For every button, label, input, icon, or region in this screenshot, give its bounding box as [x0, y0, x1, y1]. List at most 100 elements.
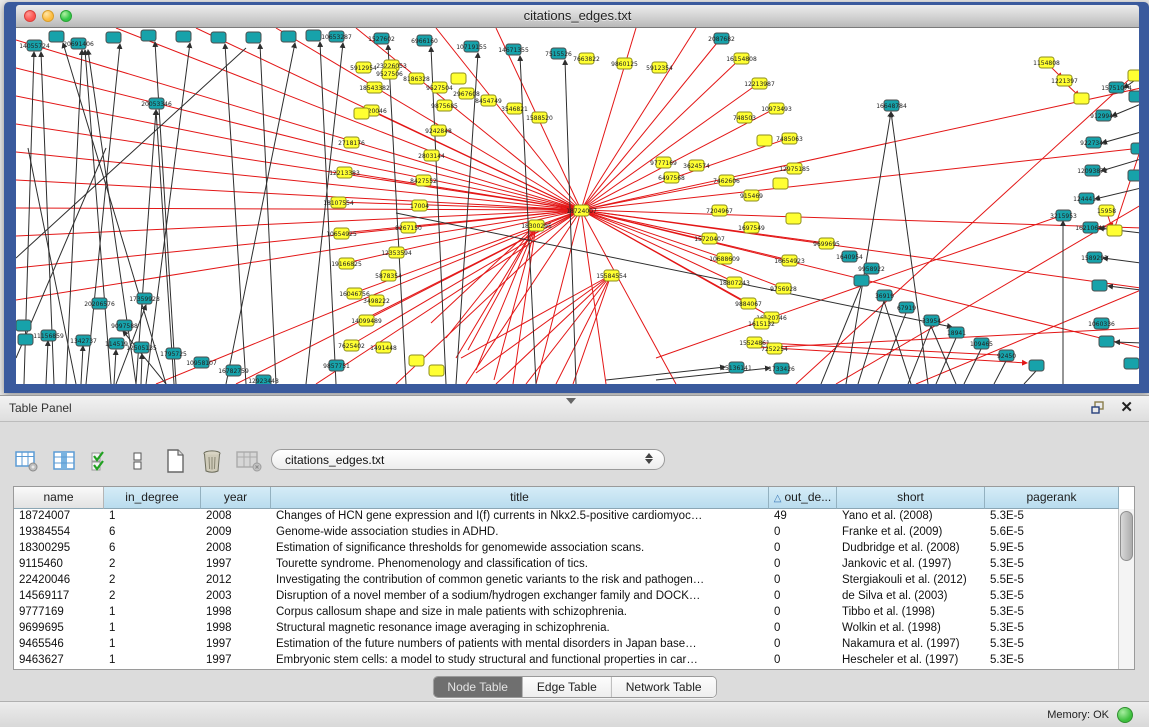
- select-all-checks-icon[interactable]: [88, 448, 114, 474]
- network-node[interactable]: [176, 31, 191, 42]
- network-node[interactable]: 18543382: [359, 82, 390, 93]
- table-cell[interactable]: 19384554: [14, 525, 104, 541]
- table-row[interactable]: 1938455462009Genome-wide association stu…: [14, 525, 1134, 541]
- vertical-scrollbar[interactable]: [1118, 509, 1134, 669]
- memory-ok-indicator[interactable]: [1117, 707, 1133, 723]
- network-node[interactable]: 9699695: [813, 238, 840, 249]
- network-node[interactable]: 9242848: [425, 125, 452, 136]
- table-cell[interactable]: Franke et al. (2009): [837, 525, 985, 541]
- network-node[interactable]: 12213383: [329, 167, 360, 178]
- network-node[interactable]: [451, 73, 466, 84]
- network-node[interactable]: 12353594: [381, 247, 412, 258]
- table-cell[interactable]: 1997: [201, 653, 271, 669]
- network-node[interactable]: 9875685: [431, 100, 458, 111]
- table-cell[interactable]: 1: [104, 637, 201, 653]
- network-node[interactable]: 16154808: [726, 53, 757, 64]
- tab-network-table[interactable]: Network Table: [612, 677, 716, 697]
- network-node[interactable]: 1733426: [768, 363, 795, 374]
- network-node[interactable]: 17359928: [129, 293, 160, 304]
- network-node[interactable]: 9227343: [1080, 137, 1107, 148]
- network-node[interactable]: [211, 32, 226, 43]
- network-node[interactable]: 5912354: [646, 62, 673, 73]
- network-node[interactable]: 92450: [997, 350, 1016, 361]
- table-cell[interactable]: 0: [769, 653, 837, 669]
- network-node[interactable]: [18, 334, 33, 345]
- network-node[interactable]: [429, 365, 444, 376]
- network-node[interactable]: [786, 213, 801, 224]
- table-cell[interactable]: 6: [104, 541, 201, 557]
- network-node[interactable]: 3546821: [501, 103, 528, 114]
- network-node[interactable]: 1588520: [526, 112, 553, 123]
- network-node[interactable]: 1342737: [70, 335, 97, 346]
- network-node[interactable]: 9884067: [735, 298, 762, 309]
- table-source-dropdown[interactable]: citations_edges.txt: [271, 449, 665, 470]
- network-node[interactable]: [16, 320, 31, 331]
- table-cell[interactable]: 5.3E-5: [985, 605, 1119, 621]
- network-node[interactable]: 36919: [875, 290, 894, 301]
- table-cell[interactable]: 0: [769, 541, 837, 557]
- network-node[interactable]: [246, 32, 261, 43]
- network-node[interactable]: 16782759: [218, 365, 249, 376]
- network-node[interactable]: 114519: [105, 338, 128, 349]
- table-cell[interactable]: 5.3E-5: [985, 557, 1119, 573]
- network-node[interactable]: 16648784: [876, 100, 907, 111]
- table-cell[interactable]: 9465546: [14, 637, 104, 653]
- network-node[interactable]: 1060336: [1088, 318, 1115, 329]
- new-file-icon[interactable]: [162, 448, 188, 474]
- tab-node-table[interactable]: Node Table: [433, 677, 523, 697]
- delete-trash-icon[interactable]: [199, 448, 225, 474]
- table-row[interactable]: 977716911998Corpus callosum shape and si…: [14, 605, 1134, 621]
- table-cell[interactable]: 2: [104, 573, 201, 589]
- network-node[interactable]: [141, 30, 156, 41]
- table-cell[interactable]: 14569117: [14, 589, 104, 605]
- network-node[interactable]: [409, 355, 424, 366]
- network-node[interactable]: 7625402: [338, 340, 365, 351]
- table-cell[interactable]: 0: [769, 621, 837, 637]
- column-chooser-icon[interactable]: [51, 448, 77, 474]
- network-node[interactable]: 18807243: [719, 277, 750, 288]
- table-cell[interactable]: 0: [769, 605, 837, 621]
- table-cell[interactable]: Genome-wide association studies in ADHD.: [271, 525, 769, 541]
- network-node[interactable]: 16654923: [774, 255, 805, 266]
- network-node[interactable]: 18941: [947, 327, 966, 338]
- splitter-collapse-handle[interactable]: [566, 398, 576, 404]
- column-header-short[interactable]: short: [837, 487, 985, 509]
- network-node[interactable]: 33954: [922, 315, 941, 326]
- table-cell[interactable]: 1998: [201, 605, 271, 621]
- network-node[interactable]: 9860125: [611, 58, 638, 69]
- network-node[interactable]: [1029, 360, 1044, 371]
- network-node[interactable]: 7485063: [776, 133, 803, 144]
- table-cell[interactable]: 5.3E-5: [985, 637, 1119, 653]
- table-cell[interactable]: 22420046: [14, 573, 104, 589]
- network-node[interactable]: 15751074: [1101, 82, 1132, 93]
- table-cell[interactable]: 2: [104, 557, 201, 573]
- table-cell[interactable]: 18300295: [14, 541, 104, 557]
- table-cell[interactable]: 1: [104, 653, 201, 669]
- network-node[interactable]: 2087682: [708, 33, 735, 44]
- table-cell[interactable]: Yano et al. (2008): [837, 509, 985, 525]
- network-graph[interactable]: 1405572420691406106532871527602696616010…: [16, 28, 1139, 384]
- network-node[interactable]: 1491448: [370, 342, 397, 353]
- network-node[interactable]: 12975185: [779, 163, 810, 174]
- tab-edge-table[interactable]: Edge Table: [523, 677, 612, 697]
- table-cell[interactable]: Disruption of a novel member of a sodium…: [271, 589, 769, 605]
- table-cell[interactable]: 0: [769, 557, 837, 573]
- column-header-title[interactable]: title: [271, 487, 769, 509]
- network-node[interactable]: 1795725: [160, 348, 187, 359]
- table-cell[interactable]: 6: [104, 525, 201, 541]
- network-node[interactable]: 15584554: [596, 270, 627, 281]
- network-node[interactable]: 67919: [897, 302, 916, 313]
- table-cell[interactable]: Corpus callosum shape and size in male p…: [271, 605, 769, 621]
- network-node[interactable]: 14099489: [351, 315, 382, 326]
- network-node[interactable]: 11156859: [33, 330, 64, 341]
- network-node[interactable]: 10719155: [456, 41, 487, 52]
- table-cell[interactable]: 0: [769, 637, 837, 653]
- network-node[interactable]: 5912954: [350, 62, 377, 73]
- network-node[interactable]: 17004: [410, 200, 429, 211]
- network-node[interactable]: [106, 32, 121, 43]
- network-node[interactable]: 14055724: [19, 40, 50, 51]
- network-node[interactable]: 20053346: [141, 98, 172, 109]
- network-node[interactable]: 10973493: [761, 103, 792, 114]
- network-node[interactable]: [1128, 70, 1139, 81]
- table-cell[interactable]: Estimation of the future numbers of pati…: [271, 637, 769, 653]
